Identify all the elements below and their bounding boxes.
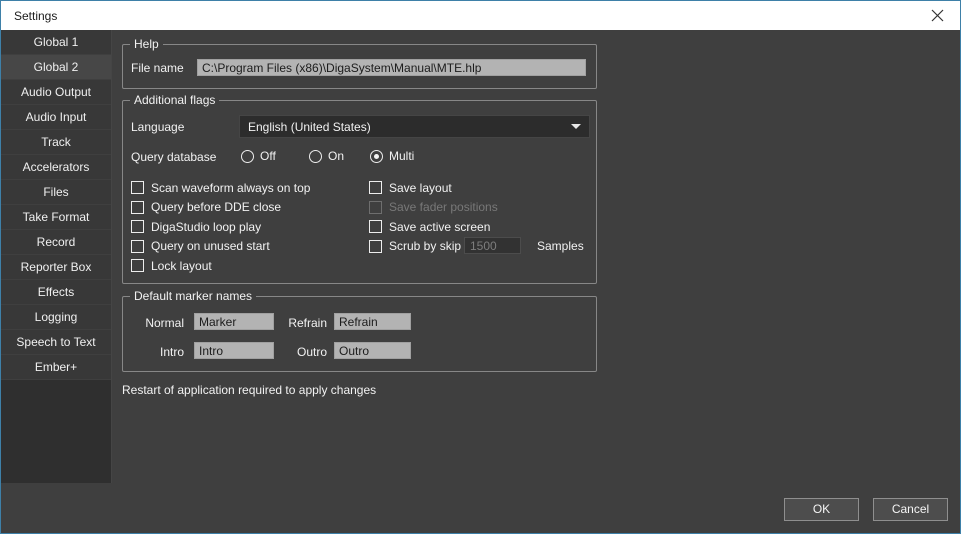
radio-query-multi[interactable]: Multi	[370, 149, 414, 163]
checkbox-icon	[131, 240, 144, 253]
checkbox-label: Lock layout	[151, 259, 212, 273]
marker-names-groupbox: Default marker names Normal Refrain Intr…	[122, 296, 597, 372]
sidebar-item-track[interactable]: Track	[1, 130, 111, 154]
titlebar: Settings	[1, 1, 960, 30]
additional-flags-group-title: Additional flags	[130, 93, 219, 108]
flags-left-column: Scan waveform always on top Query before…	[131, 181, 310, 272]
scrub-samples-unit-label: Samples	[537, 239, 584, 253]
checkbox-icon	[369, 201, 382, 214]
sidebar-item-audio-output[interactable]: Audio Output	[1, 80, 111, 104]
checkbox-save-layout[interactable]: Save layout	[369, 181, 498, 194]
sidebar-item-ember[interactable]: Ember+	[1, 355, 111, 379]
checkbox-icon	[369, 181, 382, 194]
radio-multi-circle	[370, 150, 383, 163]
restart-note: Restart of application required to apply…	[122, 383, 376, 397]
marker-names-group-title: Default marker names	[130, 289, 256, 304]
radio-off-circle	[241, 150, 254, 163]
checkbox-label: Query before DDE close	[151, 200, 281, 214]
marker-normal-label: Normal	[131, 316, 184, 330]
scrub-samples-input	[464, 237, 521, 254]
cancel-button[interactable]: Cancel	[873, 498, 948, 521]
settings-window: Settings Global 1 Global 2 Audio Output …	[0, 0, 961, 534]
help-group-title: Help	[130, 37, 163, 52]
checkbox-icon	[131, 259, 144, 272]
checkbox-lock-layout[interactable]: Lock layout	[131, 259, 310, 272]
language-label: Language	[131, 120, 184, 134]
close-icon	[931, 9, 944, 22]
marker-refrain-label: Refrain	[257, 316, 327, 330]
checkbox-icon	[369, 220, 382, 233]
radio-on-label: On	[328, 149, 344, 163]
checkbox-label: Scan waveform always on top	[151, 181, 310, 195]
sidebar-item-take-format[interactable]: Take Format	[1, 205, 111, 229]
checkbox-digastudio-loop[interactable]: DigaStudio loop play	[131, 220, 310, 233]
sidebar-item-files[interactable]: Files	[1, 180, 111, 204]
help-groupbox: Help File name	[122, 44, 597, 89]
sidebar-item-effects[interactable]: Effects	[1, 280, 111, 304]
checkbox-icon	[131, 201, 144, 214]
ok-button[interactable]: OK	[784, 498, 859, 521]
sidebar-item-audio-input[interactable]: Audio Input	[1, 105, 111, 129]
checkbox-label: DigaStudio loop play	[151, 220, 261, 234]
checkbox-label: Scrub by skip	[389, 239, 461, 253]
language-dropdown[interactable]: English (United States)	[239, 115, 590, 138]
sidebar-item-global-2[interactable]: Global 2	[1, 55, 111, 79]
close-button[interactable]	[914, 1, 960, 30]
sidebar-item-record[interactable]: Record	[1, 230, 111, 254]
sidebar: Global 1 Global 2 Audio Output Audio Inp…	[1, 30, 112, 483]
checkbox-label: Save active screen	[389, 220, 490, 234]
checkbox-icon	[369, 240, 382, 253]
checkbox-scan-waveform[interactable]: Scan waveform always on top	[131, 181, 310, 194]
file-name-input[interactable]	[197, 59, 586, 76]
chevron-down-icon	[571, 124, 581, 129]
checkbox-label: Query on unused start	[151, 239, 270, 253]
radio-multi-label: Multi	[389, 149, 414, 163]
marker-intro-label: Intro	[131, 345, 184, 359]
radio-query-off[interactable]: Off	[241, 149, 276, 163]
sidebar-item-global-1[interactable]: Global 1	[1, 30, 111, 54]
sidebar-filler	[1, 380, 111, 483]
window-title: Settings	[1, 9, 57, 23]
checkbox-label: Save layout	[389, 181, 452, 195]
sidebar-item-accelerators[interactable]: Accelerators	[1, 155, 111, 179]
checkbox-label: Save fader positions	[389, 200, 498, 214]
marker-refrain-input[interactable]	[334, 313, 411, 330]
radio-on-circle	[309, 150, 322, 163]
checkbox-query-unused-start[interactable]: Query on unused start	[131, 240, 310, 253]
sidebar-item-logging[interactable]: Logging	[1, 305, 111, 329]
query-database-label: Query database	[131, 150, 216, 164]
radio-query-on[interactable]: On	[309, 149, 344, 163]
checkbox-save-active-screen[interactable]: Save active screen	[369, 220, 498, 233]
checkbox-icon	[131, 220, 144, 233]
sidebar-item-reporter-box[interactable]: Reporter Box	[1, 255, 111, 279]
file-name-label: File name	[131, 61, 184, 75]
language-dropdown-value: English (United States)	[248, 120, 571, 134]
additional-flags-groupbox: Additional flags Language English (Unite…	[122, 100, 597, 284]
marker-outro-label: Outro	[257, 345, 327, 359]
checkbox-icon	[131, 181, 144, 194]
radio-off-label: Off	[260, 149, 276, 163]
sidebar-item-speech-to-text[interactable]: Speech to Text	[1, 330, 111, 354]
checkbox-query-dde-close[interactable]: Query before DDE close	[131, 201, 310, 214]
marker-outro-input[interactable]	[334, 342, 411, 359]
checkbox-save-fader-positions: Save fader positions	[369, 201, 498, 214]
